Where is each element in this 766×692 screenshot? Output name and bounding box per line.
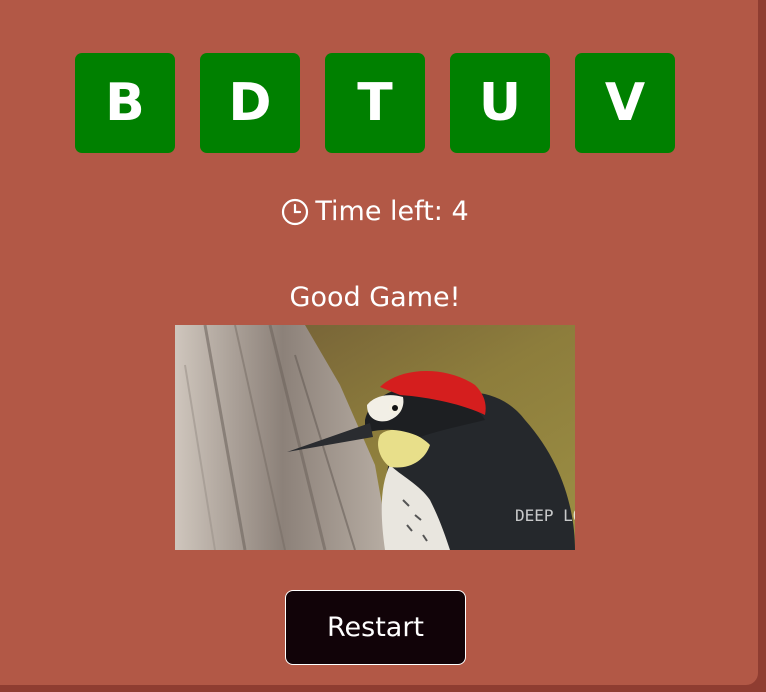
letter-tile-1[interactable]: B	[75, 53, 175, 153]
letter-tile-5[interactable]: V	[575, 53, 675, 153]
letter-tiles: B D T U V	[75, 53, 675, 153]
letter-tile-2[interactable]: D	[200, 53, 300, 153]
clock-icon	[281, 198, 309, 226]
game-panel: B D T U V Time left: 4 Good Game! DEEP L…	[0, 0, 758, 685]
image-watermark: DEEP LOOK	[515, 506, 575, 525]
timer-text: Time left: 4	[315, 196, 469, 227]
restart-button[interactable]: Restart	[285, 590, 466, 665]
letter-tile-4[interactable]: U	[450, 53, 550, 153]
result-message: Good Game!	[289, 282, 461, 313]
letter-tile-3[interactable]: T	[325, 53, 425, 153]
woodpecker-image: DEEP LOOK	[175, 325, 575, 550]
timer: Time left: 4	[0, 196, 750, 227]
